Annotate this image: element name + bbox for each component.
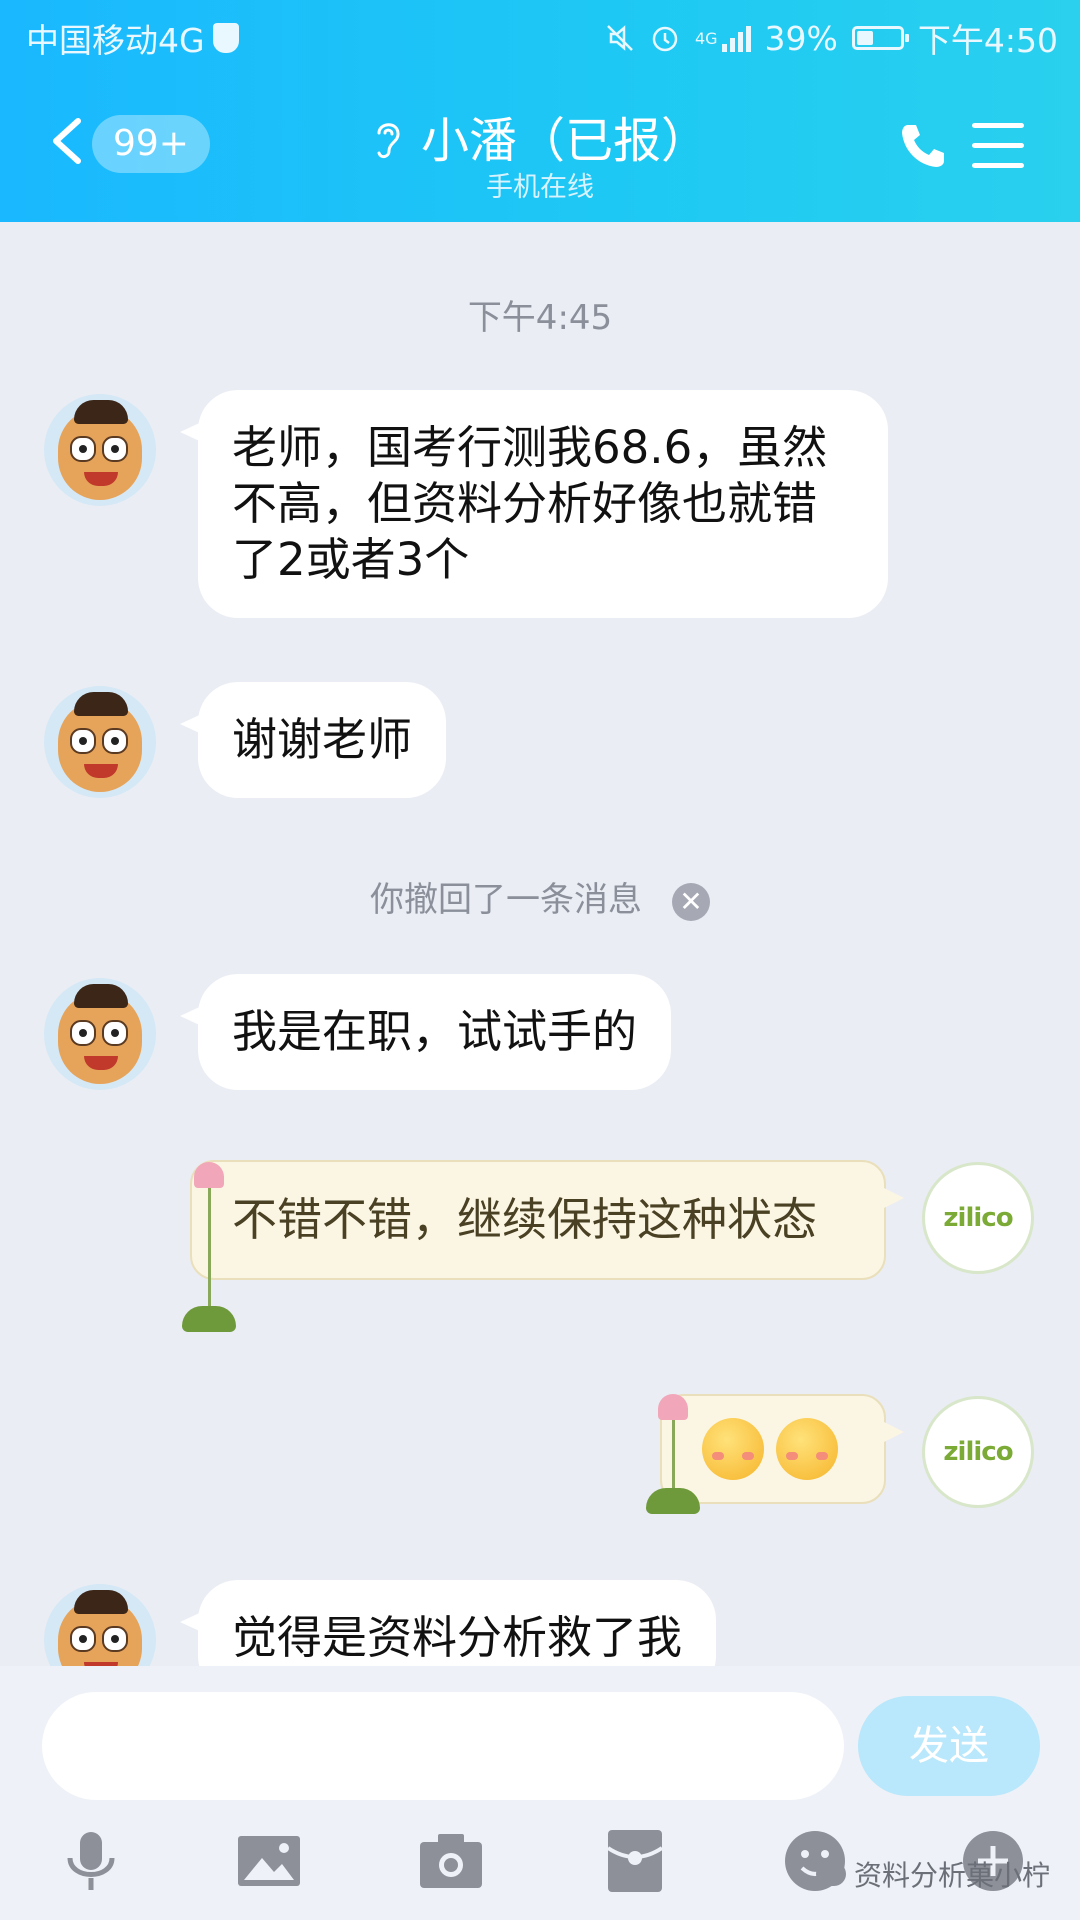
watermark: 资料分析菓小柠	[815, 1854, 1050, 1894]
contact-name: 小潘（已报）	[420, 113, 709, 169]
watermark-text: 资料分析菓小柠	[853, 1859, 1050, 1892]
emoji-icon	[702, 1418, 764, 1480]
menu-icon[interactable]	[972, 123, 1024, 169]
chat-header: 中国移动4G 4G 39% 下午4:50 99+ 小潘（已报） 手机在线	[0, 0, 1080, 222]
contact-avatar[interactable]	[44, 1584, 156, 1666]
battery-icon	[851, 26, 909, 50]
contact-avatar[interactable]	[44, 394, 156, 506]
emoji-icon	[776, 1418, 838, 1480]
outgoing-message-bubble[interactable]: 不错不错，继续保持这种状态	[190, 1160, 904, 1280]
nav-bar: 99+ 小潘（已报） 手机在线	[0, 95, 1080, 205]
send-button[interactable]: 发送	[858, 1696, 1040, 1796]
contact-avatar[interactable]	[44, 978, 156, 1090]
alarm-icon	[652, 26, 678, 52]
incoming-message-bubble[interactable]: 老师，国考行测我68.6，虽然不高，但资料分析好像也就错了2或者3个	[180, 390, 888, 618]
shield-icon	[212, 23, 239, 53]
ear-icon	[377, 123, 400, 159]
message-input[interactable]	[42, 1692, 844, 1800]
carrier-label: 中国移动4G	[26, 21, 205, 60]
red-packet-icon[interactable]	[600, 1826, 670, 1896]
phone-icon[interactable]	[896, 119, 950, 173]
incoming-message-bubble[interactable]: 我是在职，试试手的	[179, 974, 672, 1090]
message-timestamp: 下午4:45	[467, 298, 613, 338]
signal-icon	[721, 24, 751, 52]
contact-avatar[interactable]	[44, 686, 156, 798]
wechat-icon	[815, 1862, 846, 1886]
battery-percent: 39%	[764, 18, 838, 58]
microphone-icon[interactable]	[56, 1826, 126, 1896]
close-icon[interactable]: ✕	[672, 882, 710, 921]
lotus-decoration-icon	[646, 1394, 700, 1514]
network-label: 4G	[694, 28, 718, 48]
incoming-message-bubble[interactable]: 谢谢老师	[179, 682, 447, 798]
clock: 下午4:50	[917, 21, 1058, 60]
image-icon[interactable]	[234, 1826, 304, 1896]
mute-icon	[607, 25, 633, 51]
lotus-decoration-icon	[182, 1162, 236, 1332]
my-avatar[interactable]: zilico	[922, 1162, 1034, 1274]
recall-notice: 你撤回了一条消息 ✕	[0, 872, 1080, 921]
my-avatar[interactable]: zilico	[922, 1396, 1034, 1508]
input-bar: 发送 资料分析菓小柠	[0, 1666, 1080, 1920]
incoming-message-bubble[interactable]: 觉得是资料分析救了我	[179, 1580, 717, 1666]
camera-icon[interactable]	[416, 1826, 486, 1896]
recall-text: 你撤回了一条消息	[370, 880, 642, 920]
status-bar: 中国移动4G 4G 39% 下午4:50	[26, 14, 1058, 61]
message-list[interactable]: 下午4:45 老师，国考行测我68.6，虽然不高，但资料分析好像也就错了2或者3…	[0, 222, 1080, 1666]
